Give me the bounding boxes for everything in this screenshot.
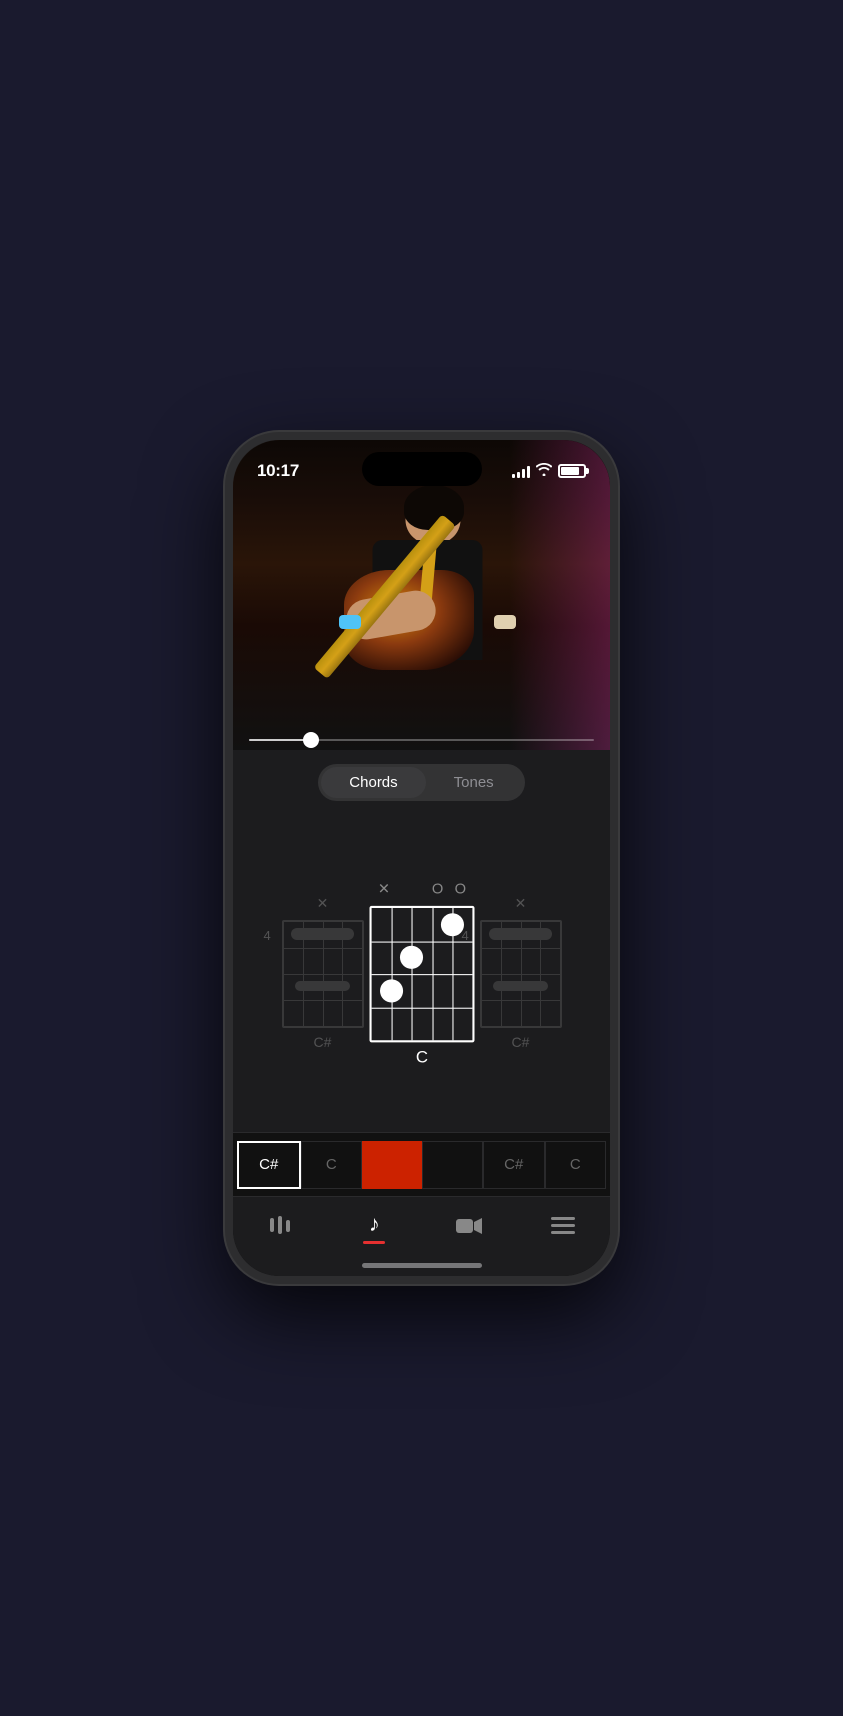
nav-item-mixer[interactable] — [255, 1214, 305, 1242]
scrubber-track — [249, 739, 594, 741]
status-icons — [512, 463, 586, 479]
left-fret-number: 4 — [264, 928, 271, 943]
center-chord-x-mark: ✕ — [377, 879, 389, 897]
center-chord-o2-mark: O — [454, 879, 465, 896]
right-fretboard — [480, 920, 562, 1028]
nav-item-video[interactable] — [444, 1215, 494, 1241]
timeline-cell-5[interactable]: C — [545, 1141, 607, 1189]
status-time: 10:17 — [257, 461, 299, 481]
battery-icon — [558, 464, 586, 478]
mixer-icon — [268, 1214, 292, 1242]
right-chord-x-mark: ✕ — [515, 895, 527, 912]
scrubber-thumb[interactable] — [303, 732, 319, 748]
phone-frame: 10:17 — [225, 432, 618, 1284]
tab-switcher: Chords Tones — [233, 750, 610, 811]
timeline-cell-2[interactable] — [362, 1141, 422, 1189]
signal-icon — [512, 464, 530, 478]
center-chord-label: C — [415, 1048, 427, 1067]
music-nav-underline — [363, 1241, 385, 1244]
hamburger-menu-icon — [551, 1215, 575, 1241]
right-chord-label: C# — [512, 1034, 530, 1050]
left-chord-label: C# — [314, 1034, 332, 1050]
timeline-cell-1[interactable]: C — [301, 1141, 363, 1189]
chord-diagram-left: ✕ 4 — [282, 894, 364, 1050]
right-fret-number: 4 — [462, 928, 469, 943]
tab-pill-container: Chords Tones — [318, 764, 524, 801]
phone-inner: 10:17 — [233, 440, 610, 1276]
video-camera-icon — [456, 1215, 482, 1241]
timeline-cell-4[interactable]: C# — [483, 1141, 545, 1189]
nav-item-menu[interactable] — [538, 1215, 588, 1241]
chord-diagrams-area: ✕ 4 — [233, 811, 610, 1132]
wifi-icon — [536, 463, 552, 479]
tab-chords[interactable]: Chords — [321, 767, 425, 798]
music-note-icon: ♪ — [369, 1211, 380, 1237]
nav-item-music[interactable]: ♪ — [349, 1211, 399, 1244]
center-chord-o1-mark: O — [431, 879, 442, 896]
left-fretboard — [282, 920, 364, 1028]
dynamic-island — [362, 452, 482, 486]
timeline-cell-0[interactable]: C# — [237, 1141, 301, 1189]
center-fretboard — [369, 905, 474, 1042]
timeline-cell-3[interactable] — [422, 1141, 484, 1189]
content-area: Chords Tones ✕ 4 — [233, 750, 610, 1276]
tab-tones[interactable]: Tones — [426, 767, 522, 798]
scrubber-progress — [249, 739, 311, 741]
left-chord-x-mark: ✕ — [317, 895, 329, 912]
video-scrubber[interactable] — [249, 738, 594, 742]
chord-diagram-center: ✕ O O — [369, 876, 474, 1067]
home-indicator — [362, 1263, 482, 1268]
timeline-bar: C# C C# C — [233, 1132, 610, 1196]
chord-diagram-right: ✕ 4 — [480, 894, 562, 1050]
